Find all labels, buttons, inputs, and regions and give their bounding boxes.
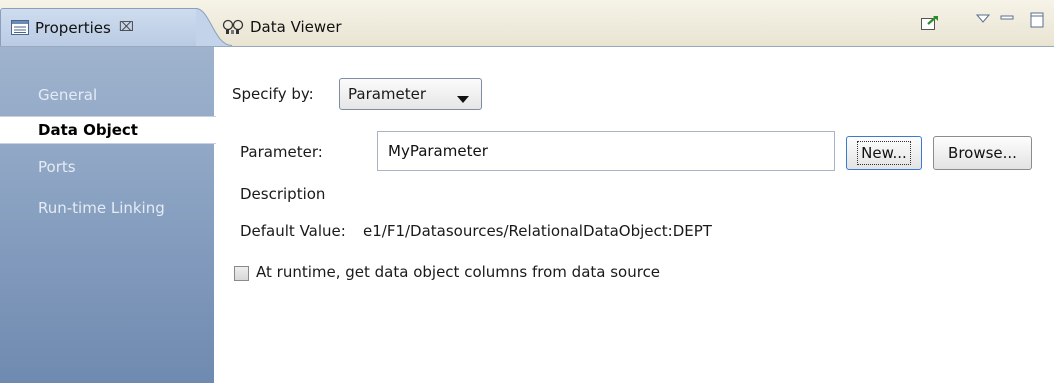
browse-button-label: Browse...	[948, 144, 1017, 162]
runtime-columns-label: At runtime, get data object columns from…	[256, 263, 661, 281]
minimize-icon[interactable]	[1000, 9, 1014, 27]
sidebar-item-label: Run-time Linking	[38, 199, 165, 217]
tab-properties-label: Properties	[35, 18, 111, 37]
new-button[interactable]: New...	[846, 136, 922, 170]
pin-icon[interactable]	[920, 14, 940, 36]
specify-by-dropdown[interactable]: Parameter	[339, 78, 482, 110]
sidebar-item-label: Ports	[38, 158, 76, 176]
maximize-icon[interactable]	[1030, 12, 1044, 32]
parameter-label: Parameter:	[240, 143, 323, 161]
sidebar-item-general[interactable]: General	[0, 81, 214, 109]
specify-by-label: Specify by:	[232, 85, 314, 103]
tab-data-viewer-label: Data Viewer	[250, 18, 342, 36]
view-menu-icon[interactable]	[975, 10, 991, 28]
browse-button[interactable]: Browse...	[933, 136, 1032, 170]
view-tab-bar: Properties ⌧ Data Viewer	[0, 0, 1054, 47]
parameter-input[interactable]	[377, 131, 835, 171]
description-label: Description	[240, 185, 326, 203]
default-value-text: e1/F1/Datasources/RelationalDataObject:D…	[363, 222, 712, 240]
tab-data-viewer[interactable]: Data Viewer	[216, 8, 342, 46]
properties-icon	[11, 20, 29, 35]
properties-sidebar: General Data Object Ports Run-time Linki…	[0, 47, 216, 383]
default-value-label: Default Value:	[240, 222, 346, 240]
sidebar-item-data-object[interactable]: Data Object	[0, 116, 216, 144]
runtime-columns-checkbox[interactable]	[234, 266, 249, 281]
specify-by-value: Parameter	[348, 85, 427, 103]
sidebar-item-label: General	[38, 86, 98, 104]
chevron-down-icon	[457, 90, 469, 108]
tab-properties[interactable]: Properties ⌧	[0, 8, 200, 46]
new-button-label: New...	[857, 141, 911, 165]
data-viewer-icon	[222, 19, 244, 35]
sidebar-item-ports[interactable]: Ports	[0, 153, 214, 181]
sidebar-item-run-time-linking[interactable]: Run-time Linking	[0, 194, 214, 222]
close-icon[interactable]: ⌧	[119, 20, 134, 35]
sidebar-item-label: Data Object	[38, 121, 138, 139]
